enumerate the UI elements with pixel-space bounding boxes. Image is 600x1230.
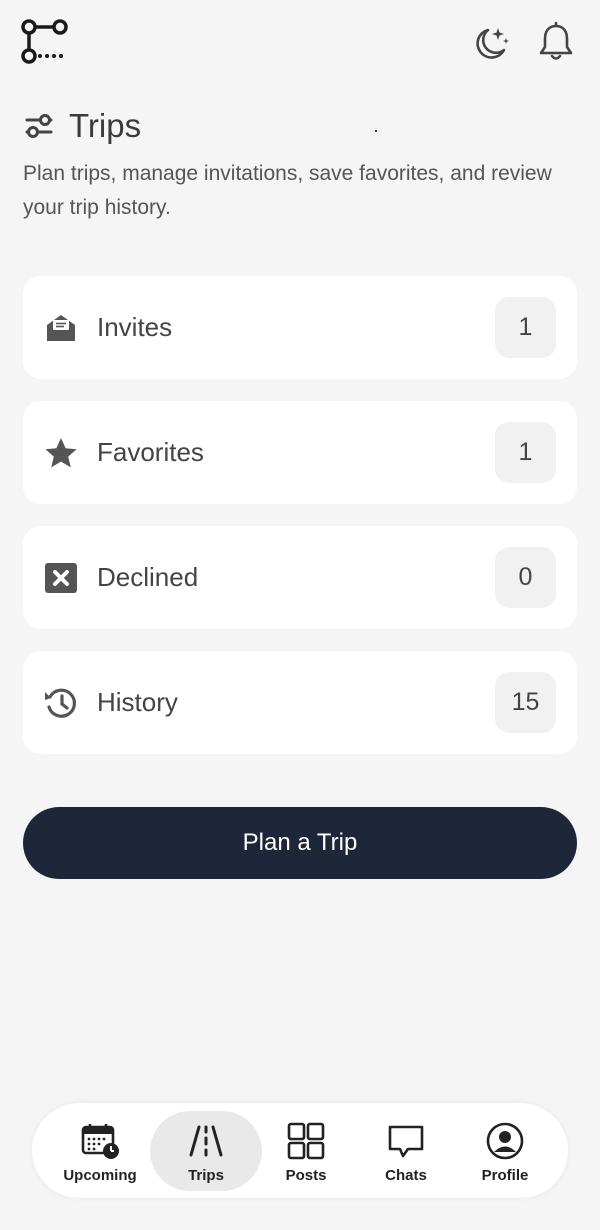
page-header: Trips (23, 104, 141, 148)
route-icon[interactable] (20, 18, 70, 66)
nav-profile-label: Profile (481, 1167, 529, 1184)
history-count: 15 (495, 672, 556, 733)
user-circle-icon (486, 1122, 524, 1160)
history-card[interactable]: History 15 (23, 651, 577, 754)
x-square-icon (45, 563, 77, 593)
invites-label: Invites (97, 312, 173, 342)
favorites-count: 1 (495, 422, 556, 483)
favorites-label: Favorites (97, 437, 204, 467)
bell-icon[interactable] (534, 20, 578, 64)
declined-count: 0 (495, 547, 556, 608)
nav-trips-label: Trips (188, 1167, 224, 1184)
nav-chats-label: Chats (385, 1167, 427, 1184)
nav-upcoming[interactable]: Upcoming (44, 1111, 156, 1191)
bottom-nav: Upcoming Trips Posts Chats Profile (32, 1103, 568, 1198)
star-icon (45, 438, 77, 468)
declined-card[interactable]: Declined 0 (23, 526, 577, 629)
nav-profile[interactable]: Profile (449, 1111, 561, 1191)
moon-stars-icon[interactable] (468, 22, 512, 66)
stray-dot (375, 130, 377, 132)
favorites-card[interactable]: Favorites 1 (23, 401, 577, 504)
page-subtitle: Plan trips, manage invitations, save fav… (23, 162, 552, 219)
plan-trip-button[interactable]: Plan a Trip (23, 807, 577, 879)
nav-upcoming-label: Upcoming (63, 1167, 137, 1184)
road-icon (189, 1125, 223, 1157)
page-title: Trips (69, 107, 142, 144)
envelope-icon (47, 315, 75, 341)
nav-posts[interactable]: Posts (250, 1111, 362, 1191)
chat-bubble-icon (388, 1125, 424, 1158)
grid-icon (287, 1122, 325, 1160)
calendar-clock-icon (81, 1124, 119, 1159)
invites-count: 1 (495, 297, 556, 358)
top-bar (0, 0, 600, 90)
history-icon (45, 688, 76, 718)
nav-posts-label: Posts (285, 1167, 327, 1184)
trip-categories: Invites 1 Favorites 1 Declined 0 History… (23, 276, 577, 776)
invites-card[interactable]: Invites 1 (23, 276, 577, 379)
history-label: History (97, 687, 178, 717)
sliders-icon (25, 114, 53, 138)
nav-trips[interactable]: Trips (150, 1111, 262, 1191)
declined-label: Declined (97, 562, 199, 592)
nav-chats[interactable]: Chats (350, 1111, 462, 1191)
